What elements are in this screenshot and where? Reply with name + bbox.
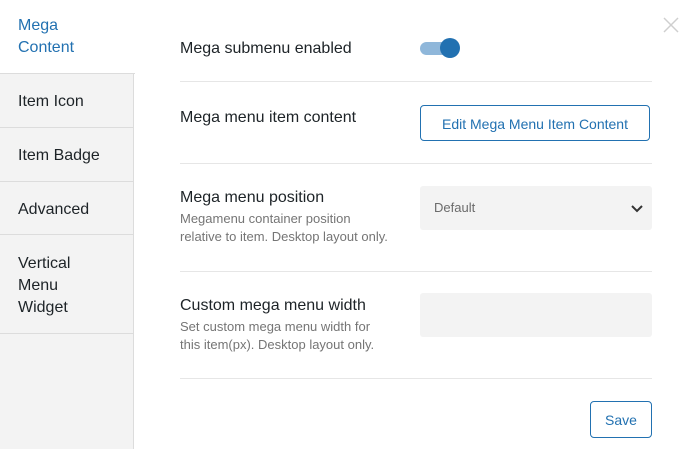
submenu-enabled-row: Mega submenu enabled	[180, 39, 652, 59]
tab-item-icon[interactable]: Item Icon	[0, 74, 134, 128]
divider	[180, 81, 652, 82]
divider	[180, 378, 652, 379]
position-select-value: Default	[434, 200, 476, 215]
settings-sidebar: Mega Content Item Icon Item Badge Advanc…	[0, 0, 135, 449]
tab-label: Advanced	[18, 201, 90, 218]
tab-label: Item Icon	[18, 93, 84, 110]
tab-item-badge[interactable]: Item Badge	[0, 128, 134, 182]
close-icon[interactable]	[661, 15, 681, 35]
tab-vertical-menu-widget[interactable]: Vertical Menu Widget	[0, 235, 134, 334]
tab-advanced[interactable]: Advanced	[0, 182, 134, 235]
tab-label: Mega Content	[18, 17, 75, 56]
chevron-down-icon	[630, 202, 644, 214]
submenu-enabled-label: Mega submenu enabled	[180, 40, 352, 57]
tab-label: Item Badge	[18, 147, 100, 164]
toggle-knob	[440, 38, 460, 58]
position-select[interactable]: Default	[420, 186, 652, 230]
divider	[180, 163, 652, 164]
width-input[interactable]	[420, 293, 652, 337]
submenu-enabled-toggle[interactable]	[420, 38, 460, 58]
edit-item-content-button[interactable]: Edit Mega Menu Item Content	[420, 105, 650, 141]
tab-mega-content[interactable]: Mega Content	[0, 0, 135, 74]
mega-menu-settings-modal: Mega Content Item Icon Item Badge Advanc…	[0, 0, 691, 449]
divider	[180, 271, 652, 272]
tab-label: Vertical Menu Widget	[18, 255, 71, 316]
save-button[interactable]: Save	[590, 401, 652, 438]
